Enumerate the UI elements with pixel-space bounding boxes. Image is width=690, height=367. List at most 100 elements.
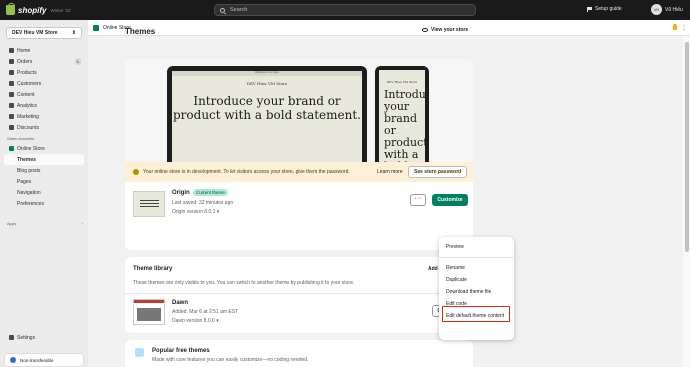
sidebar-item-content[interactable]: Content [0, 89, 88, 100]
theme-library-title: Theme library [133, 266, 173, 272]
person-icon [9, 81, 14, 86]
chart-icon [9, 103, 14, 108]
desktop-preview: Welcome to our store DEV Hieu VM Store I… [167, 66, 367, 162]
header-actions: ⋮ [673, 24, 687, 31]
mobile-preview: DEV Hieu VM Store Introduce your brand o… [375, 66, 429, 162]
shopify-logo[interactable]: shopify Winter '23 [6, 3, 71, 15]
apps-label: Apps [7, 221, 17, 226]
learn-more-link[interactable]: Learn more [377, 169, 403, 175]
library-theme-version[interactable]: Dawn version 8.0.0 ▾ [172, 318, 219, 324]
sidebar-item-themes[interactable]: Themes [4, 154, 84, 165]
breadcrumb: Online Store ⋮ [88, 20, 690, 36]
sidebar-item-marketing[interactable]: Marketing [0, 111, 88, 122]
sidebar-item-pages[interactable]: Pages [0, 176, 88, 187]
sidebar-item-label: Home [17, 47, 31, 54]
sidebar-item-home[interactable]: Home [0, 45, 88, 56]
popular-themes-description: Made with core features you can easily c… [152, 357, 309, 363]
see-store-password-button[interactable]: See store password [408, 166, 468, 178]
content-icon [9, 92, 14, 97]
menu-item-preview[interactable]: Preview [439, 241, 514, 253]
flag-icon [587, 6, 592, 12]
library-theme-row: Dawn Added: Mar 6 at 2:51 am EST Dawn ve… [125, 293, 473, 333]
sidebar-item-label: Content [17, 91, 35, 98]
current-theme-row: Origin Current theme Last saved: 32 minu… [125, 182, 473, 250]
search-input[interactable] [230, 7, 430, 13]
user-name: Vũ Hiếu [665, 6, 683, 13]
current-theme-badge: Current theme [193, 189, 228, 196]
chevron-updown-icon: ⇕ [71, 30, 76, 36]
user-menu[interactable]: VH Vũ Hiếu [651, 4, 683, 15]
tag-icon [9, 70, 14, 75]
theme-version-label: Origin version 8.0.1 [172, 209, 216, 215]
menu-item-rename[interactable]: Rename [439, 262, 514, 274]
last-saved: Last saved: 32 minutes ago [172, 200, 234, 206]
sidebar-item-online-store[interactable]: Online Store [0, 143, 88, 154]
sidebar-item-label: Discounts [17, 124, 39, 131]
home-icon [9, 48, 14, 53]
theme-thumbnail [133, 299, 165, 325]
more-actions-icon[interactable]: ⋮ [681, 24, 687, 31]
apps-section[interactable]: Apps › [7, 221, 83, 226]
sidebar-item-settings[interactable]: Settings [0, 332, 88, 343]
theme-library-description: These themes are only visible to you. Yo… [133, 280, 355, 286]
announcement-bar: Welcome to our store [172, 71, 362, 76]
scrollbar[interactable] [683, 36, 690, 367]
scroll-thumb[interactable] [685, 42, 689, 252]
popular-themes-card: Popular free themes Made with core featu… [125, 340, 473, 367]
sidebar-item-analytics[interactable]: Analytics [0, 100, 88, 111]
settings-section: Settings [0, 332, 88, 343]
avatar: VH [651, 4, 662, 15]
non-transferable-notice[interactable]: Non-transferable [4, 353, 84, 367]
sidebar-item-label: Analytics [17, 102, 38, 109]
brand-name: shopify [18, 5, 47, 15]
edition-label: Winter '23 [50, 7, 71, 13]
sidebar-item-products[interactable]: Products [0, 67, 88, 78]
theme-version[interactable]: Origin version 8.0.1 ▾ [172, 209, 219, 215]
sidebar-item-customers[interactable]: Customers [0, 78, 88, 89]
sidebar-item-discounts[interactable]: Discounts [0, 122, 88, 133]
sidebar-item-preferences[interactable]: Preferences [0, 198, 88, 209]
library-theme-name: Dawn [172, 300, 189, 306]
online-store-icon [93, 24, 99, 31]
setup-guide-label: Setup guide [595, 6, 622, 12]
sidebar-nav: Home Orders 1 Products Customers Content … [0, 45, 88, 209]
view-store-link[interactable]: View your store [422, 27, 468, 33]
eye-icon [422, 28, 428, 32]
sidebar-item-navigation[interactable]: Navigation [0, 187, 88, 198]
warning-icon [133, 169, 139, 175]
mobile-hero-text: Introduce your brand or product with a b… [384, 88, 425, 163]
current-theme-card: Welcome to our store DEV Hieu VM Store I… [125, 59, 473, 250]
library-theme-version-label: Dawn version 8.0.0 [172, 318, 215, 324]
sidebar-item-label: Products [17, 69, 37, 76]
search-icon [220, 7, 225, 13]
theme-preview: Welcome to our store DEV Hieu VM Store I… [125, 59, 473, 162]
store-selector[interactable]: DEV Hieu VM Store ⇕ [6, 27, 82, 39]
sidebar-item-orders[interactable]: Orders 1 [0, 56, 88, 67]
library-theme-added: Added: Mar 6 at 2:51 am EST [172, 309, 239, 315]
sidebar-item-label: Pages [17, 178, 32, 185]
shopify-bag-icon [6, 3, 15, 15]
theme-thumbnail [133, 191, 165, 217]
orders-badge: 1 [74, 58, 81, 65]
view-store-label: View your store [431, 27, 469, 33]
sidebar-item-label: Online Store [17, 145, 45, 152]
pin-icon[interactable] [673, 24, 677, 30]
sidebar-item-label: Marketing [17, 113, 39, 120]
sidebar-item-label: Settings [17, 334, 36, 341]
theme-actions-menu: Preview Rename Duplicate Download theme … [439, 237, 514, 340]
sidebar-item-blog-posts[interactable]: Blog posts [0, 165, 88, 176]
discount-icon [9, 125, 14, 130]
preview-hero-text: Introduce your brand or product with a b… [173, 94, 361, 122]
sales-channels-label: Sales channels [7, 135, 35, 141]
menu-item-download-theme-file[interactable]: Download theme file [439, 286, 514, 298]
setup-guide-button[interactable]: Setup guide [587, 6, 622, 12]
customize-button[interactable]: Customize [432, 194, 468, 206]
store-icon [9, 146, 14, 151]
store-name: DEV Hieu VM Store [12, 30, 58, 36]
sidebar-item-label: Blog posts [17, 167, 41, 174]
more-actions-button[interactable]: ··· [410, 194, 426, 206]
menu-item-duplicate[interactable]: Duplicate [439, 274, 514, 286]
menu-divider [439, 257, 514, 258]
search-bar[interactable] [214, 4, 476, 16]
sidebar-item-label: Navigation [17, 189, 41, 196]
